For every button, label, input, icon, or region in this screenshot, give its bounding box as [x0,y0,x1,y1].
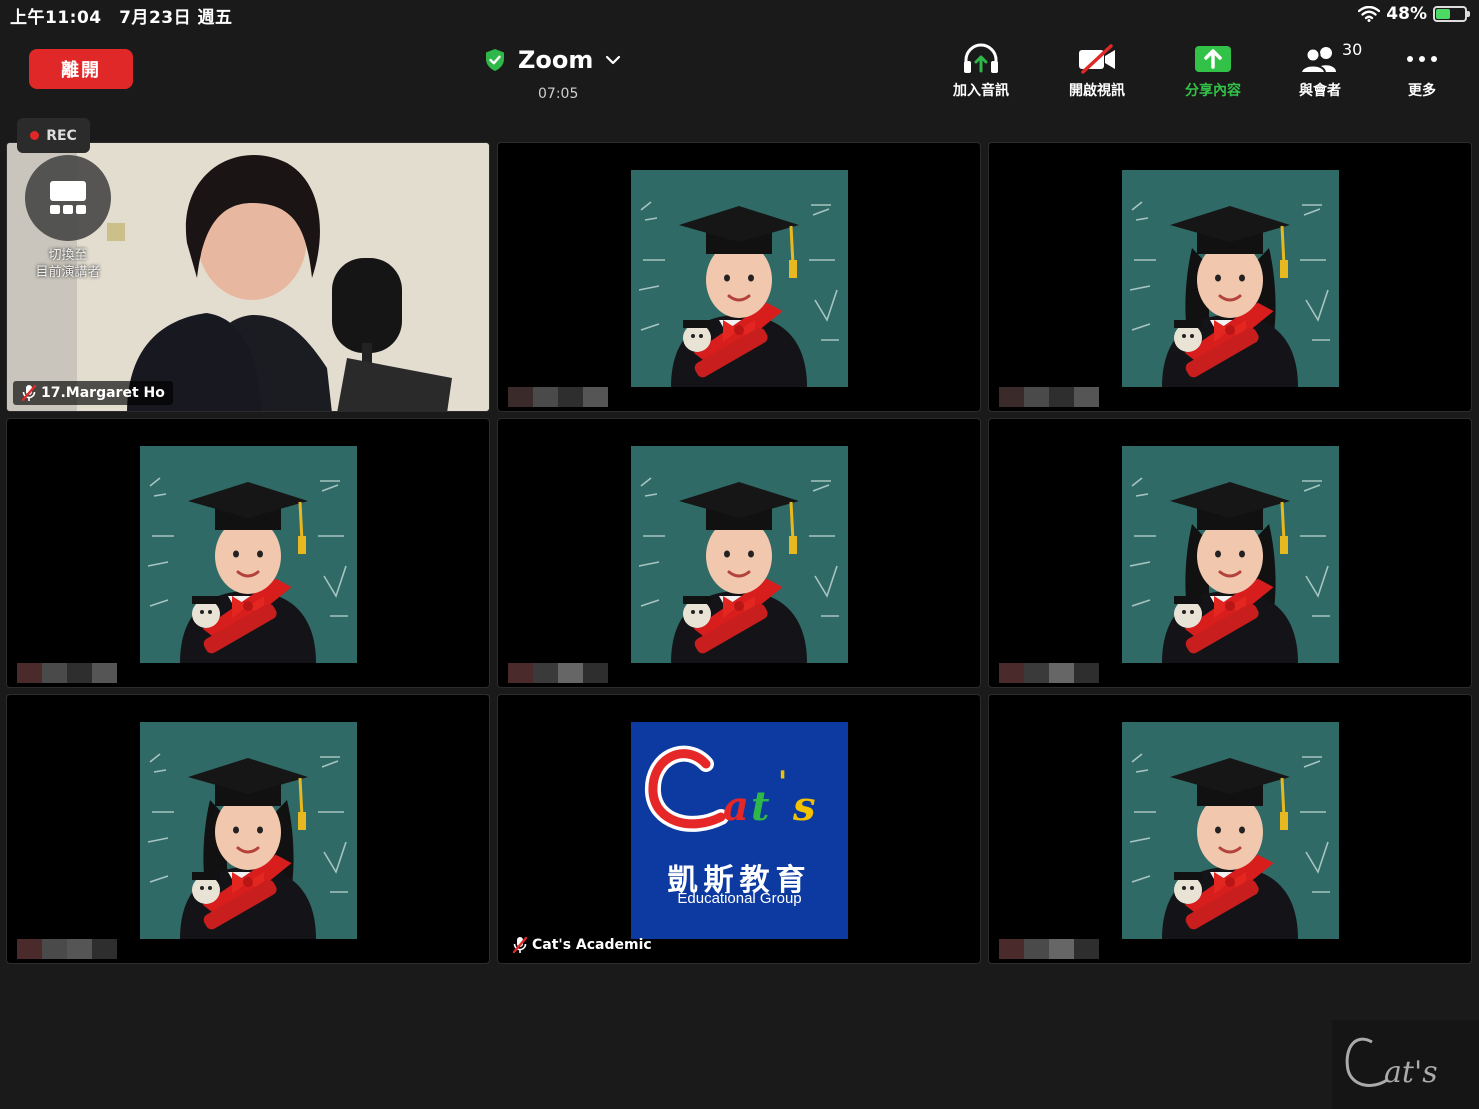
switch-to-speaker-label: 切換至 目前演講者 [18,247,118,281]
mic-muted-icon [512,936,528,954]
participant-name-blurred [17,663,117,683]
leave-button[interactable]: 離開 [29,49,133,89]
participants-icon [1299,47,1336,74]
participant-avatar [1122,446,1339,663]
battery-icon [1433,6,1470,22]
cats-watermark-logo: at's [1345,1037,1438,1090]
cats-logo: a t ' s 凱斯教育 Educational Group [631,722,848,939]
participant-count: 30 [1342,40,1363,59]
participant-avatar [140,446,357,663]
svg-text:s: s [792,783,816,830]
switch-to-speaker-button[interactable] [25,155,111,241]
more-label: 更多 [1408,83,1436,99]
participant-avatar [1122,170,1339,387]
participant-avatar [140,722,357,939]
participant-name-plate: Cat's Academic [504,933,660,957]
join-audio-label: 加入音訊 [953,83,1009,99]
meeting-title[interactable]: Zoom [484,46,621,74]
video-tile[interactable] [497,418,981,688]
meeting-timer: 07:05 [538,86,579,102]
headphones-icon [964,43,998,73]
battery-percent: 48% [1386,4,1427,24]
share-content-button[interactable]: 分享內容 [1163,42,1263,100]
share-content-label: 分享內容 [1185,83,1241,99]
video-tile[interactable] [988,694,1472,964]
start-video-label: 開啟視訊 [1069,83,1125,99]
recording-dot-icon [30,131,40,140]
participant-avatar [631,170,848,387]
wifi-icon [1358,6,1381,22]
start-video-button[interactable]: 開啟視訊 [1047,42,1147,100]
switch-label-line2: 目前演講者 [35,265,101,280]
video-tile[interactable] [988,142,1472,412]
speaker-view-icon [50,181,86,214]
participant-avatar [1122,722,1339,939]
cats-watermark: at's [1332,1020,1479,1109]
participant-name-plate: 17.Margaret Ho [13,381,173,405]
video-tile[interactable] [988,418,1472,688]
chevron-down-icon [606,55,621,65]
more-button[interactable]: 更多 [1372,42,1472,100]
video-off-icon [1079,44,1115,74]
svg-text:t: t [751,783,770,830]
svg-text:': ' [778,765,787,800]
battery-level [1436,9,1451,19]
video-tile[interactable] [497,142,981,412]
svg-text:a: a [723,783,749,830]
participant-avatar [631,446,848,663]
participant-name-blurred [999,663,1099,683]
status-time: 上午11:04 7月23日 週五 [10,8,233,28]
meeting-name: Zoom [518,46,594,74]
participant-name-blurred [17,939,117,959]
shield-check-icon [486,49,504,71]
video-tile[interactable] [6,694,490,964]
cats-logo-script: a t ' s [644,745,816,832]
participant-name: Cat's Academic [532,937,652,953]
video-tile[interactable] [6,418,490,688]
participant-name-blurred [999,387,1099,407]
status-indicators: 48% [1358,4,1470,24]
recording-label: REC [46,127,77,144]
join-audio-button[interactable]: 加入音訊 [931,42,1031,100]
share-screen-icon [1195,46,1231,72]
svg-text:at's: at's [1384,1055,1438,1090]
status-bar: 上午11:04 7月23日 週五 48% [0,0,1479,30]
participant-name-blurred [508,663,608,683]
recording-badge[interactable]: REC [17,118,90,153]
switch-label-line1: 切換至 [48,248,88,263]
video-tile-cats-academic[interactable]: a t ' s 凱斯教育 Educational Group Cat's Aca… [497,694,981,964]
participant-name-blurred [999,939,1099,959]
participant-name-blurred [508,387,608,407]
cats-logo-english: Educational Group [677,890,802,907]
more-icon [1407,56,1437,62]
mic-muted-icon [21,384,37,402]
participant-name: 17.Margaret Ho [41,385,165,401]
participants-label: 與會者 [1299,83,1341,99]
